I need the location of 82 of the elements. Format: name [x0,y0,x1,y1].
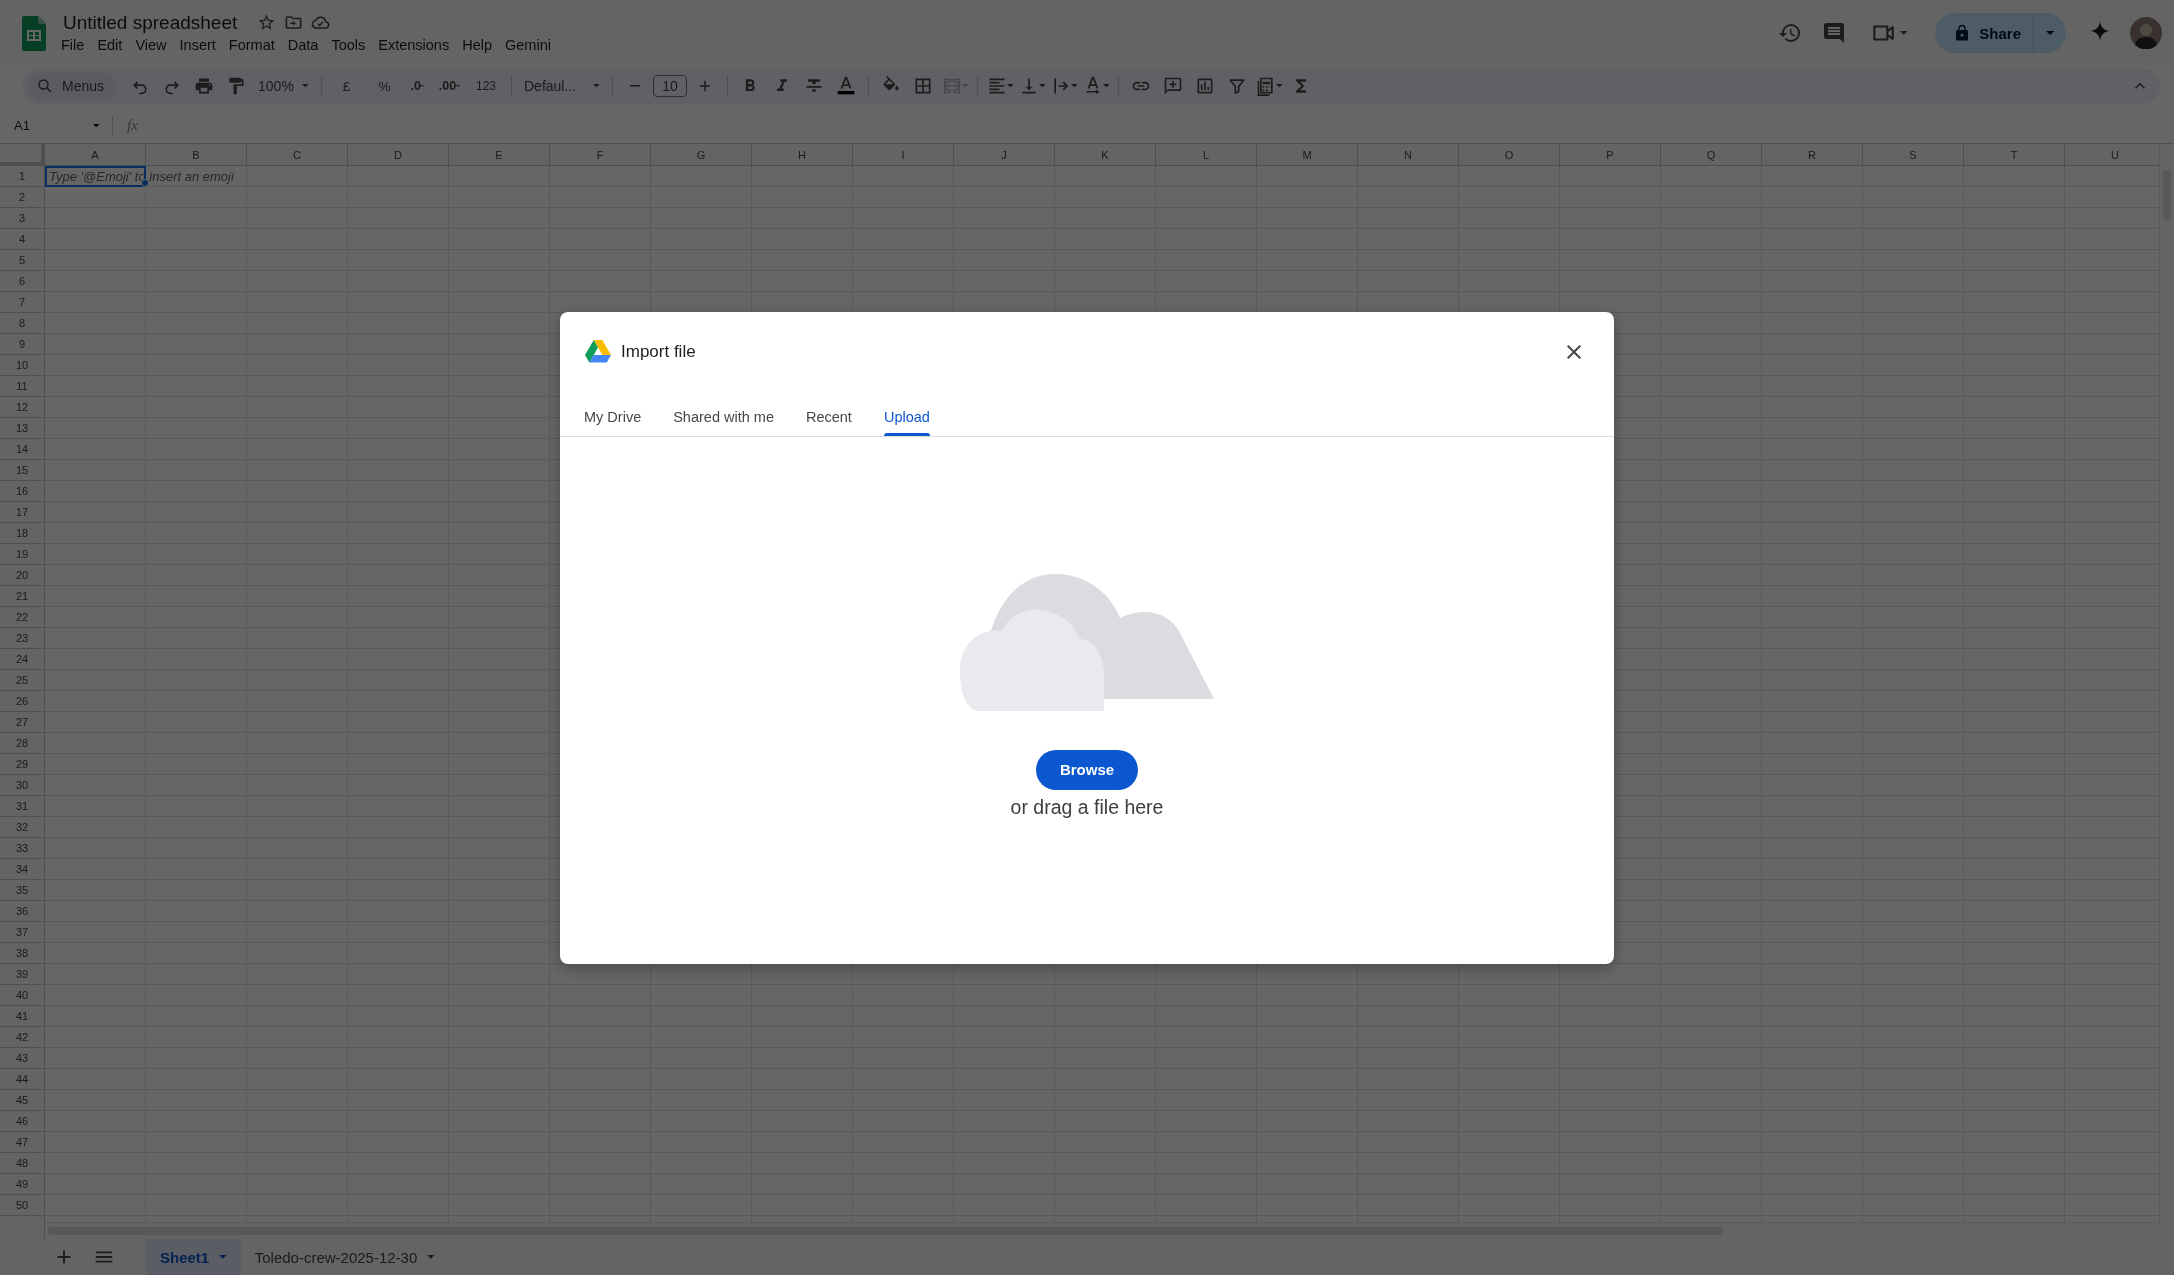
caret-icon [219,1255,227,1259]
menu-item[interactable]: View [129,34,173,55]
caret-icon [1006,84,1014,88]
menu-item[interactable]: Extensions [372,34,456,55]
currency-button[interactable]: £ [329,72,364,100]
column-header[interactable]: H [752,144,853,166]
font-size-field[interactable]: 10 [653,75,687,97]
arrow-right-icon [454,84,460,88]
cloud-check-icon [311,13,331,32]
avatar[interactable] [2130,17,2162,49]
chart-icon [1195,76,1215,96]
dialog-tab[interactable]: Upload [872,398,941,436]
decrease-decimal-button[interactable]: .0 [405,72,430,100]
drag-hint: or drag a file here [1010,795,1164,819]
column-header[interactable]: J [954,144,1055,166]
menu-item[interactable]: Format [222,34,281,55]
column-header[interactable]: G [651,144,752,166]
select-all-corner[interactable] [0,144,45,166]
print-icon [194,76,215,96]
dialog-tab[interactable]: Shared with me [662,398,785,436]
minus-icon [629,85,641,87]
column-header[interactable]: C [247,144,348,166]
column-header[interactable]: A [45,144,146,166]
column-header[interactable]: B [146,144,247,166]
caret-icon [593,84,600,88]
caret-icon [1102,84,1110,88]
table-icon [1255,76,1276,96]
zoom-dropdown[interactable]: 100% [254,78,313,94]
column-header[interactable]: S [1863,144,1964,166]
column-header[interactable]: N [1358,144,1459,166]
column-header[interactable]: E [449,144,550,166]
column-header[interactable]: M [1257,144,1358,166]
caret-icon [1275,84,1283,88]
filter-icon [1227,76,1247,96]
menu-item[interactable]: File [55,34,91,55]
percent-button[interactable]: % [367,72,402,100]
number-format-button[interactable]: 123 [469,72,503,100]
paint-format-icon [226,76,247,96]
star-icon [257,13,277,32]
column-header[interactable]: L [1156,144,1257,166]
menu-item[interactable]: Tools [325,34,372,55]
menu-item[interactable]: Gemini [499,34,557,55]
column-header[interactable]: T [1964,144,2065,166]
drive-logo [585,340,611,363]
history-icon [1777,21,1802,45]
search-icon [36,77,54,95]
column-header[interactable]: P [1560,144,1661,166]
menu-item[interactable]: Edit [91,34,129,55]
column-header[interactable]: F [550,144,651,166]
increase-decimal-button[interactable]: .00 [433,72,465,100]
comments-icon [1821,21,1846,45]
column-header[interactable]: D [348,144,449,166]
document-title[interactable]: Untitled spreadsheet [61,11,240,34]
column-header[interactable]: Q [1661,144,1762,166]
borders-icon [913,76,933,96]
caret-icon [2045,30,2055,36]
column-header[interactable]: O [1459,144,1560,166]
share-button[interactable]: Share [1935,13,2034,53]
browse-button[interactable]: Browse [1035,749,1139,790]
dialog-tab[interactable]: Recent [794,398,863,436]
column-header[interactable]: R [1762,144,1863,166]
caret-icon [93,123,100,128]
text-color-icon [836,76,856,96]
caret-icon [1899,31,1908,35]
menu-item[interactable]: Data [281,34,325,55]
font-dropdown[interactable]: Defaul... [520,78,604,94]
caret-icon [1070,84,1078,88]
sheet-tab[interactable]: Sheet1 [146,1239,241,1275]
name-box[interactable]: A1 [14,118,100,133]
column-header[interactable]: K [1055,144,1156,166]
sheets-logo[interactable] [22,15,46,51]
dialog-title: Import file [621,341,696,362]
column-header[interactable]: U [2065,144,2160,166]
folder-icon [284,13,304,32]
caret-icon [1038,84,1046,88]
search-menus-field[interactable]: Menus [28,72,117,100]
caret-icon [427,1255,435,1259]
caret-icon [301,84,309,88]
menu-item[interactable]: Help [456,34,498,55]
dialog-tab[interactable]: My Drive [573,398,653,436]
add-comment-icon [1163,76,1183,96]
menu-item[interactable]: Insert [173,34,222,55]
